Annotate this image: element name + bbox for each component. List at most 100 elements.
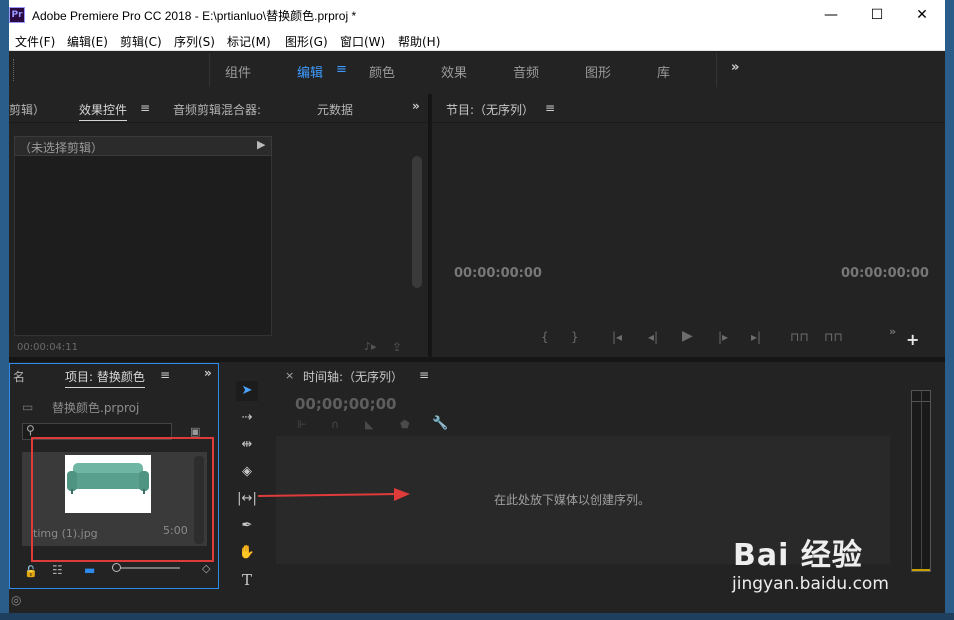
menu-file[interactable]: 文件(F): [15, 33, 55, 50]
razor-tool-icon[interactable]: ◈: [236, 462, 258, 482]
track-select-tool-icon[interactable]: ⇢: [236, 408, 258, 428]
panel-menu-icon[interactable]: ≡: [140, 101, 150, 115]
step-back-icon[interactable]: ◂|: [648, 330, 658, 344]
zoom-slider[interactable]: [112, 567, 180, 569]
workspace-tab-color[interactable]: 颜色: [369, 62, 395, 81]
minimize-button[interactable]: —: [808, 0, 854, 30]
panel-menu-icon[interactable]: ≡: [419, 368, 429, 382]
timeline-timecode[interactable]: 00;00;00;00: [295, 395, 397, 413]
add-marker-icon[interactable]: ◣: [365, 418, 373, 431]
timeline-close-button[interactable]: ×: [285, 369, 294, 382]
go-to-in-icon[interactable]: |◂: [612, 330, 622, 344]
menu-clip[interactable]: 剪辑(C): [120, 33, 162, 50]
baidu-watermark-url: jingyan.baidu.com: [732, 574, 889, 594]
divider: [209, 53, 210, 87]
play-triangle-icon[interactable]: ▶: [257, 138, 265, 151]
effect-timecode: 00:00:04:11: [17, 342, 79, 353]
snap-icon[interactable]: ⊩: [297, 418, 307, 431]
drop-media-hint: 在此处放下媒体以创建序列。: [494, 493, 651, 507]
project-file-name: 替换颜色.prproj: [52, 401, 140, 415]
annotation-highlight-box: [31, 437, 214, 562]
program-monitor-panel: [431, 94, 945, 356]
workspace-tab-libraries[interactable]: 库: [657, 62, 670, 81]
tab-audio-clip-mixer[interactable]: 音频剪辑混合器:: [173, 101, 261, 118]
zoom-slider-handle[interactable]: [112, 563, 121, 572]
meter-level: [912, 569, 930, 571]
playhead-timecode[interactable]: 00:00:00:00: [454, 266, 542, 281]
extract-icon[interactable]: ⊓⊓: [824, 330, 843, 344]
pen-tool-icon[interactable]: ✒: [236, 516, 258, 536]
folder-icon: ▭: [22, 400, 34, 414]
panel-overflow-icon[interactable]: »: [412, 99, 420, 113]
lift-icon[interactable]: ⊓⊓: [790, 330, 809, 344]
creative-cloud-icon[interactable]: ◎: [11, 593, 21, 607]
no-clip-label: （未选择剪辑）: [19, 141, 104, 155]
hand-tool-icon[interactable]: ✋: [236, 543, 258, 563]
divider: [431, 122, 945, 123]
workspace-bar: 组件 编辑 ≡ 颜色 效果 音频 图形 库 »: [9, 51, 945, 89]
window-title: Adobe Premiere Pro CC 2018 - E:\prtianlu…: [32, 9, 357, 23]
maximize-button[interactable]: ☐: [854, 0, 900, 30]
program-monitor-title: 节目:（无序列）: [446, 103, 535, 117]
meter-channel-divider: [921, 391, 922, 571]
tab-effect-controls[interactable]: 效果控件: [79, 101, 128, 121]
duration-timecode: 00:00:00:00: [841, 266, 929, 281]
timeline-title: 时间轴:（无序列）: [303, 370, 404, 384]
panel-divider-vertical[interactable]: [429, 94, 432, 357]
menu-graphics[interactable]: 图形(G): [285, 33, 328, 50]
divider: [716, 53, 717, 87]
export-icon[interactable]: ⇪: [392, 340, 402, 354]
workspace-overflow-button[interactable]: »: [731, 60, 739, 75]
slip-tool-icon[interactable]: |↔|: [236, 489, 258, 509]
mark-out-icon[interactable]: }: [571, 330, 579, 344]
status-bar: ◎: [9, 591, 945, 613]
list-view-icon[interactable]: ☷: [52, 563, 63, 577]
wrench-icon[interactable]: 🔧: [432, 416, 448, 431]
panel-menu-icon[interactable]: ≡: [160, 368, 170, 382]
taskbar: [0, 613, 954, 620]
workspace-tab-assembly[interactable]: 组件: [225, 62, 251, 81]
desktop-strip-right: [945, 0, 954, 620]
project-panel-title[interactable]: 项目: 替换颜色: [65, 368, 145, 388]
mark-in-icon[interactable]: {: [541, 330, 549, 344]
go-to-out-icon[interactable]: ▸|: [751, 330, 761, 344]
selection-tool-icon[interactable]: ➤: [236, 381, 258, 401]
audio-meter: [911, 390, 931, 572]
panel-menu-icon[interactable]: ≡: [545, 101, 555, 115]
ripple-edit-tool-icon[interactable]: ⇹: [236, 435, 258, 455]
step-forward-icon[interactable]: |▸: [718, 330, 728, 344]
marker-icon[interactable]: ⬟: [400, 418, 410, 431]
more-controls-icon[interactable]: »: [889, 325, 896, 338]
workspace-tab-graphics[interactable]: 图形: [585, 62, 611, 81]
icon-view-icon[interactable]: ▬: [84, 563, 95, 577]
menu-edit[interactable]: 编辑(E): [67, 33, 108, 50]
sort-icon[interactable]: ◇: [202, 562, 210, 575]
tab-name-stub[interactable]: 名: [13, 368, 25, 385]
lock-icon[interactable]: 🔓: [24, 565, 38, 578]
menu-window[interactable]: 窗口(W): [340, 33, 385, 50]
close-button[interactable]: ✕: [899, 0, 945, 30]
menu-marker[interactable]: 标记(M): [227, 33, 271, 50]
menu-sequence[interactable]: 序列(S): [174, 33, 215, 50]
workspace-tab-audio[interactable]: 音频: [513, 62, 539, 81]
baidu-watermark-logo: Bai 经验: [733, 538, 863, 573]
type-tool-icon[interactable]: T: [236, 570, 258, 590]
add-button-icon[interactable]: +: [906, 330, 919, 349]
workspace-tab-effects[interactable]: 效果: [441, 62, 467, 81]
panel-overflow-icon[interactable]: »: [204, 366, 212, 380]
tab-metadata[interactable]: 元数据: [317, 101, 353, 118]
grip-handle[interactable]: [13, 59, 16, 81]
workspace-tab-editing[interactable]: 编辑: [297, 62, 323, 81]
divider: [9, 122, 429, 123]
vertical-scrollbar[interactable]: [412, 156, 422, 288]
workspace-menu-icon[interactable]: ≡: [336, 62, 347, 77]
menu-bar: 文件(F) 编辑(E) 剪辑(C) 序列(S) 标记(M) 图形(G) 窗口(W…: [9, 30, 945, 51]
effect-controls-area: [14, 156, 272, 336]
filter-icon[interactable]: ♪▸: [364, 340, 377, 353]
tab-source-clip[interactable]: 剪辑）: [9, 101, 45, 118]
menu-help[interactable]: 帮助(H): [398, 33, 440, 50]
linked-selection-icon[interactable]: ∩: [331, 418, 339, 431]
play-icon[interactable]: ▶: [682, 328, 693, 344]
panel-divider[interactable]: [9, 357, 945, 362]
annotation-arrow: [258, 488, 410, 501]
